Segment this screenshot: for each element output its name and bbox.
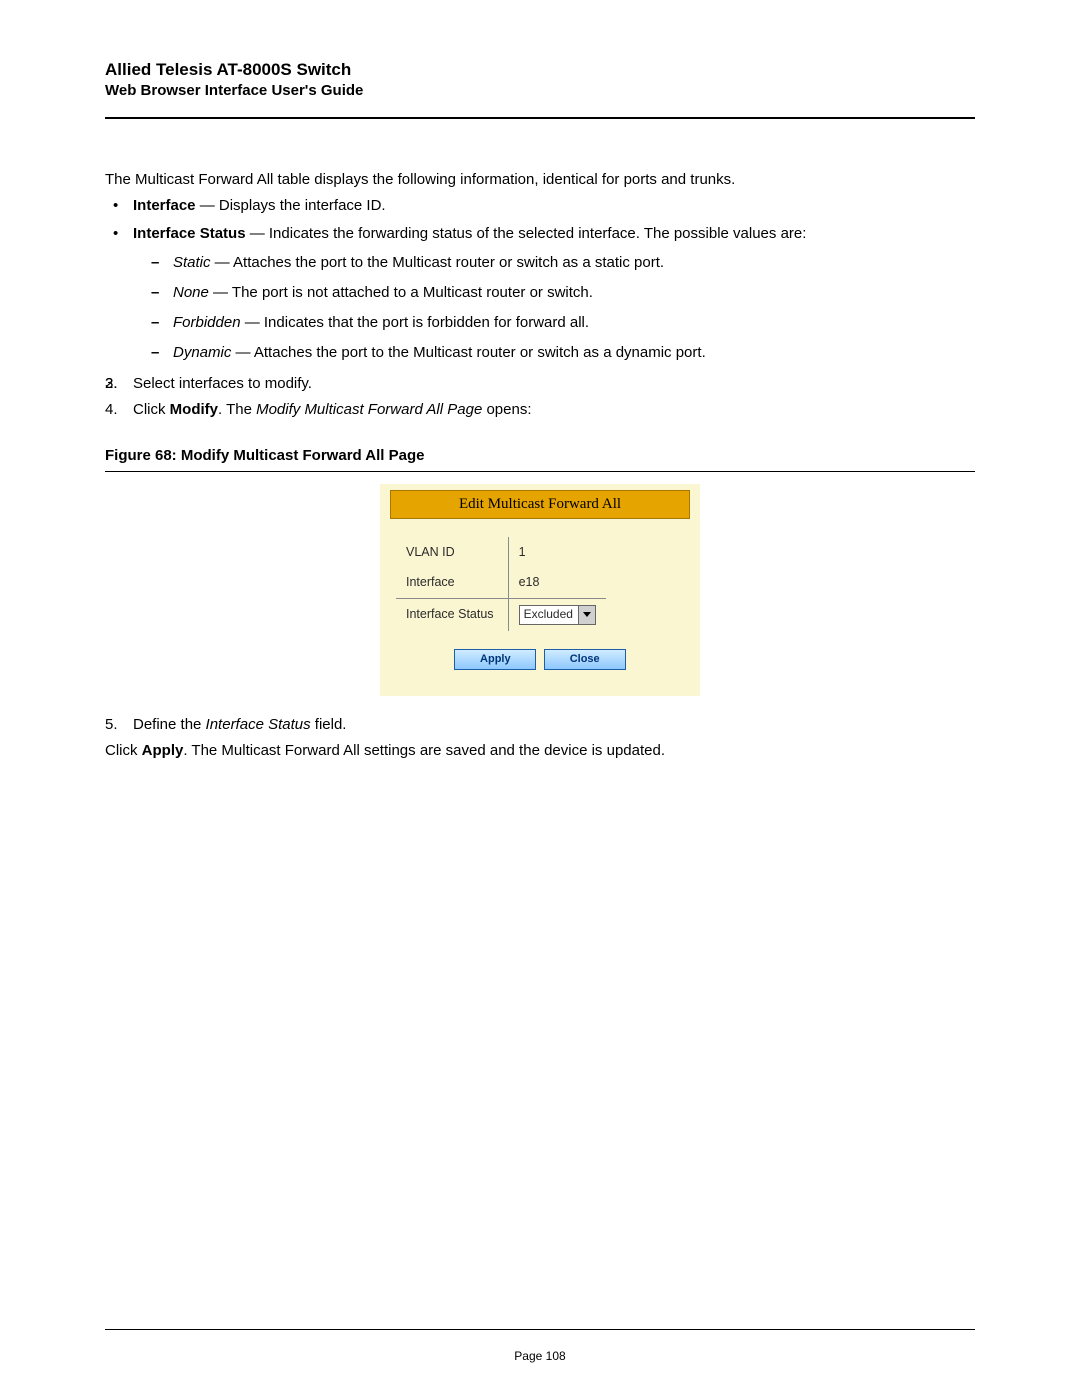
vlan-id-label: VLAN ID [396,537,508,567]
step-5-pre: Define the [133,716,206,733]
apply-bold: Apply [142,742,184,759]
row-vlan-id: VLAN ID 1 [396,537,606,567]
step-3-num: 3. [105,373,118,395]
figure-caption: Figure 68: Modify Multicast Forward All … [105,445,975,467]
interface-status-label: Interface Status [396,598,508,631]
bullet-interface: Interface — Displays the interface ID. [133,195,975,217]
close-button[interactable]: Close [544,649,626,671]
interface-value: e18 [508,567,606,598]
figure-rule [105,471,975,472]
edit-multicast-dialog: Edit Multicast Forward All VLAN ID 1 Int… [380,484,700,697]
step-4: 4. Click Modify. The Modify Multicast For… [105,399,975,421]
interface-label: Interface [396,567,508,598]
step-5-post: field. [311,716,347,733]
sub-static-desc: — Attaches the port to the Multicast rou… [211,254,665,271]
sub-forbidden-term: Forbidden [173,314,241,331]
row-interface: Interface e18 [396,567,606,598]
bullet-interface-desc: — Displays the interface ID. [196,197,386,214]
sub-static: Static — Attaches the port to the Multic… [173,252,975,274]
apply-pre: Click [105,742,142,759]
sub-none: None — The port is not attached to a Mul… [173,282,975,304]
bullet-interface-label: Interface [133,197,196,214]
page-number: Page 108 [0,1349,1080,1363]
header-rule [105,117,975,119]
sub-dynamic-term: Dynamic [173,344,231,361]
dialog-title: Edit Multicast Forward All [390,490,690,520]
chevron-down-icon [578,606,595,624]
doc-subtitle: Web Browser Interface User's Guide [105,82,975,99]
apply-post: . The Multicast Forward All settings are… [183,742,665,759]
sub-static-term: Static [173,254,211,271]
step-4-pre: Click [133,401,170,418]
apply-paragraph: Click Apply. The Multicast Forward All s… [105,740,975,762]
vlan-id-value: 1 [508,537,606,567]
footer-rule [105,1329,975,1330]
step-4-mid: . The [218,401,256,418]
apply-button[interactable]: Apply [454,649,536,671]
doc-title: Allied Telesis AT-8000S Switch [105,60,975,80]
step-4-bold: Modify [170,401,218,418]
step-4-post: opens: [482,401,531,418]
step-3-text: Select interfaces to modify. [133,375,312,392]
sub-forbidden: Forbidden — Indicates that the port is f… [173,312,975,334]
bullet-ifstatus-label: Interface Status [133,225,246,242]
step-3: 3. Select interfaces to modify. [105,373,975,395]
step-5-italic: Interface Status [206,716,311,733]
interface-status-select[interactable]: Excluded [519,605,596,625]
step-5-num: 5. [105,714,118,736]
step-5: 5. Define the Interface Status field. [105,714,975,736]
sub-none-term: None [173,284,209,301]
bullet-ifstatus-desc: — Indicates the forwarding status of the… [246,225,807,242]
row-interface-status: Interface Status Excluded [396,598,606,631]
step-4-num: 4. [105,399,118,421]
sub-none-desc: — The port is not attached to a Multicas… [209,284,593,301]
sub-forbidden-desc: — Indicates that the port is forbidden f… [241,314,590,331]
interface-status-selected: Excluded [520,606,578,624]
intro-paragraph: The Multicast Forward All table displays… [105,169,975,191]
sub-dynamic: Dynamic — Attaches the port to the Multi… [173,342,975,364]
step-4-italic: Modify Multicast Forward All Page [256,401,482,418]
sub-dynamic-desc: — Attaches the port to the Multicast rou… [231,344,705,361]
bullet-interface-status: Interface Status — Indicates the forward… [133,223,975,364]
